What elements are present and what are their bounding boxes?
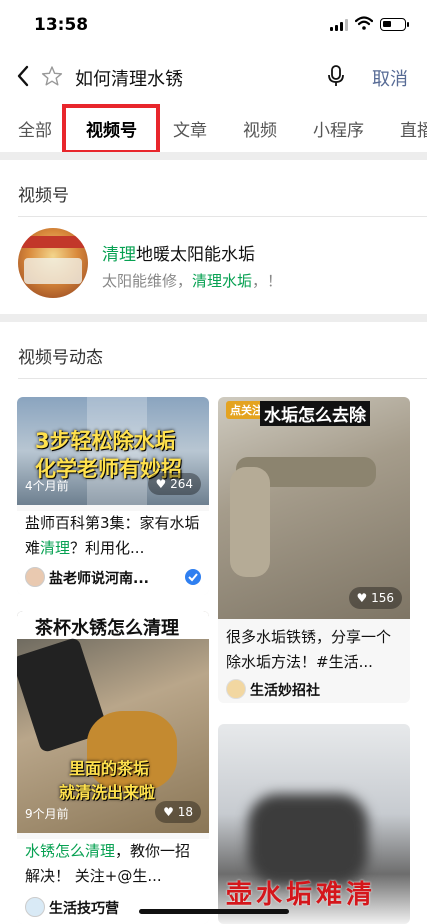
tab-articles[interactable]: 文章 bbox=[173, 116, 207, 141]
tab-all[interactable]: 全部 bbox=[18, 116, 52, 141]
search-tabs: 全部 视频号 文章 视频 小程序 直播 bbox=[0, 100, 427, 154]
account-avatar bbox=[18, 228, 88, 298]
author-name: 盐老师说河南... bbox=[49, 571, 149, 587]
video-overlay-text: 就清洗出来啦 bbox=[59, 783, 156, 802]
account-name: 清理地暖太阳能水垢 bbox=[102, 245, 255, 265]
cancel-button[interactable]: 取消 bbox=[372, 65, 408, 91]
like-count: ♥ 156 bbox=[348, 587, 402, 609]
video-overlay-text: 壶水垢难清 bbox=[226, 880, 377, 910]
tab-highlight-box bbox=[62, 104, 160, 154]
divider bbox=[18, 378, 427, 379]
back-icon[interactable] bbox=[14, 64, 34, 88]
video-card[interactable]: 壶水垢难清 bbox=[218, 724, 410, 924]
tab-videos[interactable]: 视频 bbox=[243, 116, 277, 141]
tab-live[interactable]: 直播 bbox=[400, 116, 427, 141]
divider bbox=[18, 216, 427, 217]
author-name: 生活技巧营 bbox=[49, 901, 119, 917]
section-divider bbox=[0, 152, 427, 160]
section-divider bbox=[0, 314, 427, 322]
video-time: 9个月前 bbox=[25, 807, 69, 821]
video-thumbnail: 茶杯水锈怎么清理 里面的茶垢 就清洗出来啦 9个月前 ♥ 18 bbox=[17, 611, 209, 833]
verified-icon bbox=[185, 569, 201, 585]
author-name: 生活妙招社 bbox=[250, 683, 320, 699]
video-card[interactable]: 点关注 水垢怎么去除 ♥ 156 很多水垢铁锈，分享一个除水垢方法！#生活...… bbox=[218, 397, 410, 703]
author-avatar bbox=[226, 679, 246, 699]
search-bar: 如何清理水锈 取消 bbox=[0, 56, 427, 96]
like-count: ♥ 264 bbox=[147, 473, 201, 495]
battery-level bbox=[383, 21, 391, 27]
video-thumbnail: 3步轻松除水垢 化学老师有妙招 4个月前 ♥ 264 bbox=[17, 397, 209, 505]
video-overlay-text: 茶杯水锈怎么清理 bbox=[35, 618, 179, 639]
video-card[interactable]: 茶杯水锈怎么清理 里面的茶垢 就清洗出来啦 9个月前 ♥ 18 水锈怎么清理，教… bbox=[17, 611, 209, 924]
like-count: ♥ 18 bbox=[155, 801, 201, 823]
status-bar: 13:58 bbox=[0, 0, 427, 50]
video-thumbnail: 点关注 水垢怎么去除 ♥ 156 bbox=[218, 397, 410, 619]
video-thumbnail: 壶水垢难清 bbox=[218, 724, 410, 924]
star-icon[interactable] bbox=[41, 65, 63, 87]
home-indicator bbox=[139, 909, 289, 914]
author-avatar bbox=[25, 567, 45, 587]
video-time: 4个月前 bbox=[25, 479, 69, 493]
account-description: 太阳能维修，清理水垢，！ bbox=[102, 272, 283, 290]
video-card[interactable]: 3步轻松除水垢 化学老师有妙招 4个月前 ♥ 264 盐师百科第3集：家有水垢难… bbox=[17, 397, 209, 595]
video-overlay-text: 水垢怎么去除 bbox=[260, 401, 370, 426]
cellular-signal-icon bbox=[330, 19, 348, 31]
section-title-channels: 视频号 bbox=[18, 186, 69, 206]
video-overlay-text: 里面的茶垢 bbox=[69, 759, 150, 778]
search-input[interactable]: 如何清理水锈 bbox=[75, 65, 183, 91]
tab-mini-programs[interactable]: 小程序 bbox=[313, 116, 364, 141]
video-overlay-text: 3步轻松除水垢 bbox=[35, 429, 176, 453]
author-avatar bbox=[25, 897, 45, 917]
video-title: 很多水垢铁锈，分享一个除水垢方法！#生活... bbox=[226, 628, 392, 671]
battery-icon bbox=[380, 18, 409, 31]
wifi-icon bbox=[355, 16, 373, 30]
section-title-feed: 视频号动态 bbox=[18, 348, 103, 368]
status-time: 13:58 bbox=[34, 15, 89, 35]
microphone-icon[interactable] bbox=[326, 64, 346, 88]
